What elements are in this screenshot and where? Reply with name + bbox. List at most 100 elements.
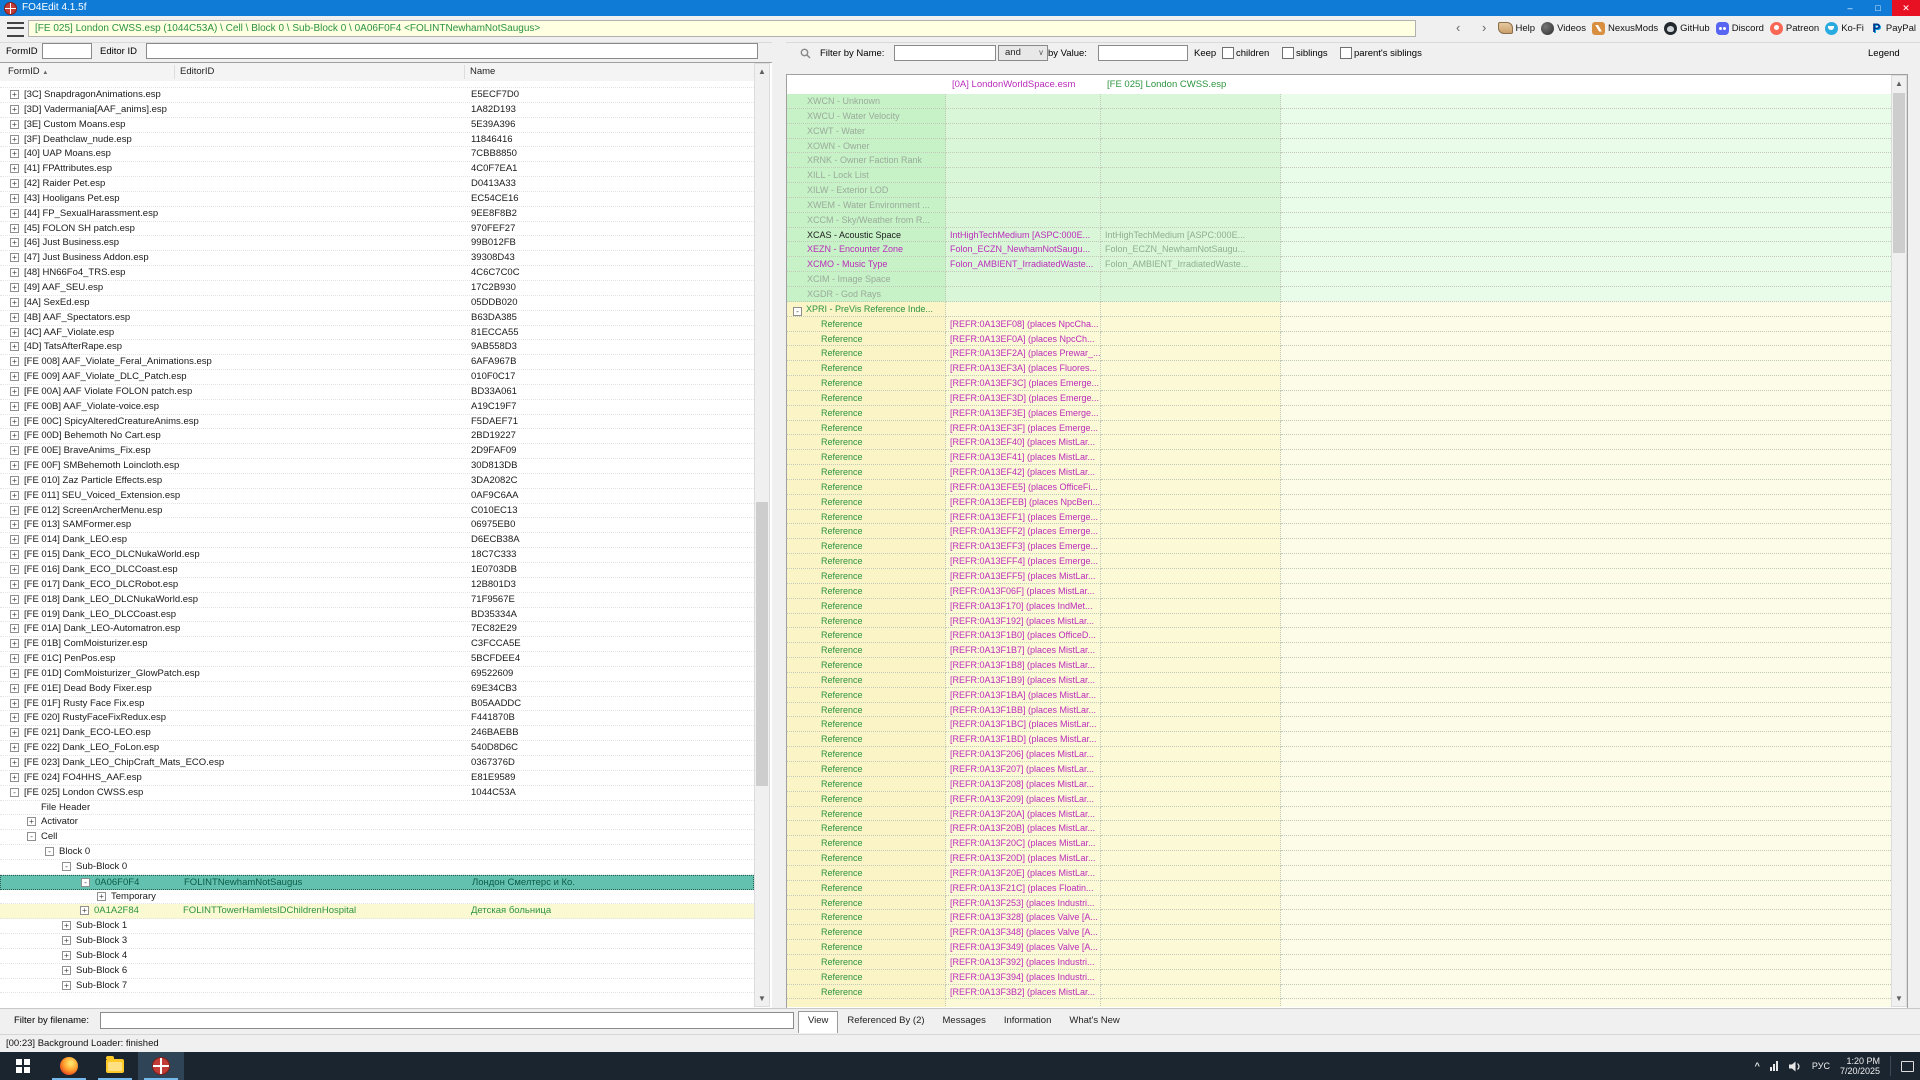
- master-value-cell[interactable]: [REFR:0A13EF0A] (places NpcCh...: [946, 332, 1101, 347]
- expand-icon[interactable]: +: [10, 595, 19, 604]
- keyboard-language[interactable]: РУС: [1812, 1061, 1830, 1071]
- collapse-icon[interactable]: -: [27, 832, 36, 841]
- tree-row[interactable]: +[FE 022] Dank_LEO_FoLon.esp540D8D6C: [0, 741, 754, 756]
- expand-icon[interactable]: +: [10, 476, 19, 485]
- plugin-value-cell[interactable]: [1101, 346, 1281, 361]
- plugin-value-cell[interactable]: [1101, 109, 1281, 124]
- plugin-value-cell[interactable]: [1101, 272, 1281, 287]
- master-value-cell[interactable]: [REFR:0A13F328] (places Valve [A...: [946, 910, 1101, 925]
- plugin-value-cell[interactable]: [1101, 628, 1281, 643]
- expand-icon[interactable]: +: [10, 773, 19, 782]
- tree-row[interactable]: +[FE 00C] SpicyAlteredCreatureAnims.espF…: [0, 415, 754, 430]
- table-row[interactable]: Reference[REFR:0A13F206] (places MistLar…: [787, 747, 1891, 762]
- tab-referenced-by-2-[interactable]: Referenced By (2): [838, 1011, 933, 1033]
- master-value-cell[interactable]: [REFR:0A13F1BD] (places MistLar...: [946, 732, 1101, 747]
- formid-input[interactable]: [42, 43, 92, 59]
- table-row[interactable]: Reference[REFR:0A13F253] (places Industr…: [787, 896, 1891, 911]
- table-row[interactable]: XOWN - Owner: [787, 139, 1891, 154]
- tree-row[interactable]: +[FE 017] Dank_ECO_DLCRobot.esp12B801D3: [0, 578, 754, 593]
- master-value-cell[interactable]: [REFR:0A13EF41] (places MistLar...: [946, 450, 1101, 465]
- master-value-cell[interactable]: [REFR:0A13EF3F] (places Emerge...: [946, 421, 1101, 436]
- expand-icon[interactable]: +: [10, 728, 19, 737]
- expand-icon[interactable]: +: [10, 387, 19, 396]
- tree-row[interactable]: +Sub-Block 4: [0, 949, 754, 964]
- expand-icon[interactable]: +: [10, 610, 19, 619]
- master-value-cell[interactable]: [REFR:0A13EF08] (places NpcCha...: [946, 317, 1101, 332]
- left-scrollbar[interactable]: ▲ ▼: [754, 63, 770, 1007]
- plugin-value-cell[interactable]: [1101, 851, 1281, 866]
- tree-row[interactable]: +[FE 01A] Dank_LEO-Automatron.esp7EC82E2…: [0, 622, 754, 637]
- plugin-value-cell[interactable]: Folon_AMBIENT_IrradiatedWaste...: [1101, 257, 1281, 272]
- master-value-cell[interactable]: [REFR:0A13F20E] (places MistLar...: [946, 866, 1101, 881]
- master-value-cell[interactable]: Folon_ECZN_NewhamNotSaugu...: [946, 242, 1101, 257]
- master-value-cell[interactable]: [REFR:0A13F3B2] (places MistLar...: [946, 985, 1101, 1000]
- master-value-cell[interactable]: [REFR:0A13F348] (places Valve [A...: [946, 925, 1101, 940]
- tree-column-headers[interactable]: FormID ▲ EditorID Name: [0, 63, 754, 82]
- scroll-down-icon[interactable]: ▼: [755, 991, 769, 1006]
- table-row[interactable]: Reference[REFR:0A13EF40] (places MistLar…: [787, 435, 1891, 450]
- plugin-value-cell[interactable]: [1101, 168, 1281, 183]
- master-value-cell[interactable]: [REFR:0A13F394] (places Industri...: [946, 970, 1101, 985]
- right-scrollbar-thumb[interactable]: [1893, 93, 1905, 253]
- master-value-cell[interactable]: [946, 999, 1101, 1007]
- table-row[interactable]: XGDR - God Rays: [787, 287, 1891, 302]
- table-row[interactable]: Reference[REFR:0A13EFF1] (places Emerge.…: [787, 510, 1891, 525]
- table-row[interactable]: Reference[REFR:0A13F1BC] (places MistLar…: [787, 717, 1891, 732]
- table-row[interactable]: Reference[REFR:0A13F328] (places Valve […: [787, 910, 1891, 925]
- tree-row[interactable]: +[46] Just Business.esp99B012FB: [0, 236, 754, 251]
- tree-row[interactable]: +Sub-Block 3: [0, 934, 754, 949]
- table-row[interactable]: Reference[REFR:0A13EFF2] (places Emerge.…: [787, 524, 1891, 539]
- tree-row[interactable]: File Header: [0, 801, 754, 816]
- plugin-value-cell[interactable]: [1101, 317, 1281, 332]
- expand-icon[interactable]: +: [10, 164, 19, 173]
- master-value-cell[interactable]: [946, 153, 1101, 168]
- table-row[interactable]: XWCU - Water Velocity: [787, 109, 1891, 124]
- plugin-value-cell[interactable]: [1101, 495, 1281, 510]
- tree-row[interactable]: +[45] FOLON SH patch.esp970FEF27: [0, 222, 754, 237]
- plugin-value-cell[interactable]: [1101, 183, 1281, 198]
- expand-icon[interactable]: +: [10, 639, 19, 648]
- plugin-value-cell[interactable]: [1101, 421, 1281, 436]
- taskbar-fo4edit-button[interactable]: [138, 1052, 184, 1080]
- tree-row[interactable]: +[40] UAP Moans.esp7CBB8850: [0, 147, 754, 162]
- plugin-value-cell[interactable]: [1101, 836, 1281, 851]
- plugin-value-cell[interactable]: [1101, 762, 1281, 777]
- tree-row[interactable]: +[FE 012] ScreenArcherMenu.espC010EC13: [0, 504, 754, 519]
- tree-row[interactable]: +[FE 018] Dank_LEO_DLCNukaWorld.esp71F95…: [0, 593, 754, 608]
- table-row[interactable]: Reference[REFR:0A13EF2A] (places Prewar_…: [787, 346, 1891, 361]
- master-value-cell[interactable]: [REFR:0A13F253] (places Industri...: [946, 896, 1101, 911]
- expand-icon[interactable]: +: [80, 906, 89, 915]
- master-value-cell[interactable]: [REFR:0A13EF3D] (places Emerge...: [946, 391, 1101, 406]
- tree-row[interactable]: +[48] HN66Fo4_TRS.esp4C6C7C0C: [0, 266, 754, 281]
- volume-icon[interactable]: [1789, 1061, 1802, 1072]
- expand-icon[interactable]: +: [10, 446, 19, 455]
- table-row[interactable]: Reference[REFR:0A13EFE5] (places OfficeF…: [787, 480, 1891, 495]
- left-scrollbar-thumb[interactable]: [756, 502, 768, 786]
- taskbar-firefox-button[interactable]: [46, 1052, 92, 1080]
- start-button[interactable]: [0, 1052, 46, 1080]
- plugin-value-cell[interactable]: [1101, 614, 1281, 629]
- master-value-cell[interactable]: [REFR:0A13EFEB] (places NpcBen...: [946, 495, 1101, 510]
- tree-row[interactable]: +[FE 00D] Behemoth No Cart.esp2BD19227: [0, 429, 754, 444]
- plugin-value-cell[interactable]: [1101, 999, 1281, 1007]
- expand-icon[interactable]: +: [10, 535, 19, 544]
- tab-view[interactable]: View: [798, 1011, 838, 1033]
- table-row[interactable]: XCMO - Music TypeFolon_AMBIENT_Irradiate…: [787, 257, 1891, 272]
- plugin-value-cell[interactable]: [1101, 332, 1281, 347]
- plugin-value-cell[interactable]: [1101, 569, 1281, 584]
- tree-row[interactable]: +[4C] AAF_Violate.esp81ECCA55: [0, 326, 754, 341]
- master-value-cell[interactable]: [946, 109, 1101, 124]
- master-value-cell[interactable]: [REFR:0A13EF40] (places MistLar...: [946, 435, 1101, 450]
- expand-icon[interactable]: +: [10, 342, 19, 351]
- tree-row[interactable]: +Activator: [0, 815, 754, 830]
- table-row[interactable]: Reference[REFR:0A13F1B0] (places OfficeD…: [787, 628, 1891, 643]
- table-row[interactable]: Reference[REFR:0A13F20E] (places MistLar…: [787, 866, 1891, 881]
- expand-icon[interactable]: +: [10, 328, 19, 337]
- collapse-icon[interactable]: -: [10, 788, 19, 797]
- close-button[interactable]: ✕: [1892, 0, 1920, 16]
- table-row[interactable]: Reference[REFR:0A13F06F] (places MistLar…: [787, 584, 1891, 599]
- plugin-value-cell[interactable]: [1101, 970, 1281, 985]
- plugin-value-cell[interactable]: [1101, 940, 1281, 955]
- plugin-value-cell[interactable]: [1101, 124, 1281, 139]
- table-row[interactable]: Reference[REFR:0A13F348] (places Valve […: [787, 925, 1891, 940]
